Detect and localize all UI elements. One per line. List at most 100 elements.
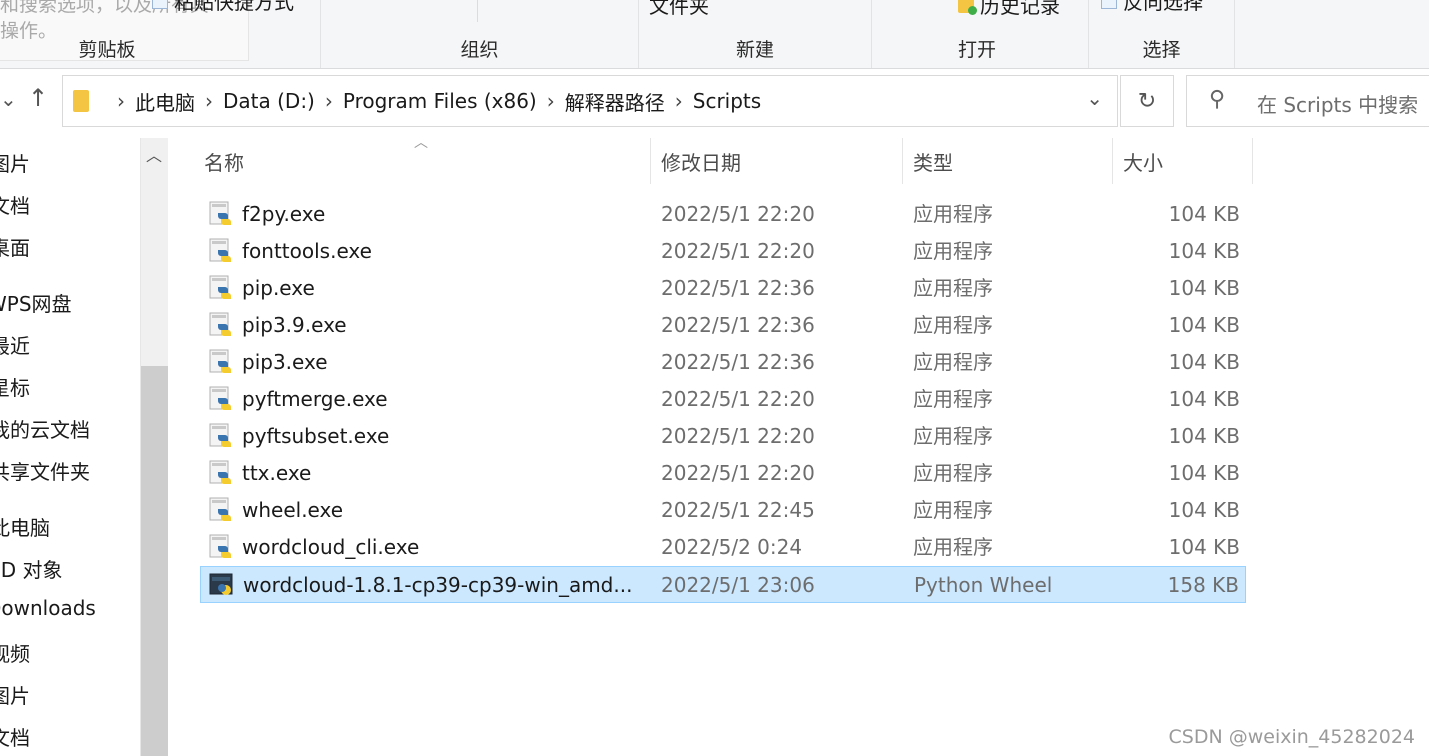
python-wheel-icon — [209, 572, 235, 598]
breadcrumb-separator-icon[interactable]: › — [675, 89, 683, 113]
refresh-button[interactable]: ↻ — [1120, 75, 1174, 127]
nav-item-documents-2[interactable]: 文档 — [0, 722, 30, 751]
nav-item-my-cloud-docs[interactable]: 我的云文档 — [0, 414, 90, 443]
breadcrumb: › 此电脑 › Data (D:) › Program Files (x86) … — [73, 76, 761, 126]
file-date: 2022/5/1 22:20 — [661, 461, 815, 485]
file-row[interactable]: pyftmerge.exe 2022/5/1 22:20 应用程序 104 KB — [200, 381, 1246, 418]
python-exe-icon — [208, 238, 234, 264]
file-row[interactable]: ttx.exe 2022/5/1 22:20 应用程序 104 KB — [200, 455, 1246, 492]
file-row[interactable]: fonttools.exe 2022/5/1 22:20 应用程序 104 KB — [200, 233, 1246, 270]
column-header-name-label: 名称 — [204, 150, 244, 175]
invert-selection-button[interactable]: 反向选择 — [1101, 0, 1203, 15]
address-dropdown-chevron-icon[interactable]: ⌄ — [1086, 86, 1103, 110]
breadcrumb-item-this-pc[interactable]: 此电脑 — [135, 87, 195, 116]
file-row[interactable]: pip3.9.exe 2022/5/1 22:36 应用程序 104 KB — [200, 307, 1246, 344]
column-header-type[interactable]: 类型 — [903, 138, 1113, 184]
file-date: 2022/5/1 22:20 — [661, 239, 815, 263]
navigation-pane: 图片 文档 桌面 WPS网盘 最近 星标 我的云文档 共享文件夹 此电脑 3D … — [0, 138, 140, 756]
nav-item-pictures-2[interactable]: 图片 — [0, 680, 30, 709]
history-icon — [958, 0, 977, 15]
file-type: Python Wheel — [914, 573, 1053, 597]
breadcrumb-separator-icon[interactable]: › — [325, 89, 333, 113]
file-date: 2022/5/1 22:20 — [661, 387, 815, 411]
breadcrumb-item-data-drive[interactable]: Data (D:) — [223, 89, 315, 113]
nav-item-3d-objects[interactable]: 3D 对象 — [0, 554, 62, 583]
ribbon-group-label: 选择 — [1142, 39, 1181, 61]
file-row[interactable]: wordcloud-1.8.1-cp39-cp39-win_amd... 2022… — [200, 566, 1246, 603]
file-date: 2022/5/1 22:36 — [661, 276, 815, 300]
python-exe-icon — [208, 201, 234, 227]
file-type: 应用程序 — [913, 498, 993, 522]
column-header-type-label: 类型 — [913, 150, 953, 175]
address-bar[interactable]: › 此电脑 › Data (D:) › Program Files (x86) … — [62, 75, 1118, 127]
ribbon-group-label: 打开 — [957, 39, 996, 61]
search-placeholder: 在 Scripts 中搜索 — [1257, 93, 1419, 117]
file-date: 2022/5/2 0:24 — [661, 535, 803, 559]
python-exe-icon — [208, 497, 234, 523]
scroll-up-chevron-icon[interactable]: ︿ — [146, 142, 162, 166]
ribbon-group-select: 反向选择 选择 — [1089, 0, 1235, 68]
file-date: 2022/5/1 22:45 — [661, 498, 815, 522]
file-date: 2022/5/1 22:20 — [661, 424, 815, 448]
file-name: ttx.exe — [242, 461, 312, 485]
new-folder-button[interactable]: 文件夹 — [649, 0, 709, 19]
nav-item-videos[interactable]: 视频 — [0, 638, 30, 667]
file-type: 应用程序 — [913, 461, 993, 485]
file-name: wheel.exe — [242, 498, 344, 522]
file-row[interactable]: wordcloud_cli.exe 2022/5/2 0:24 应用程序 104 KB — [200, 529, 1246, 566]
nav-item-this-pc[interactable]: 此电脑 — [0, 512, 50, 541]
history-button[interactable]: 历史记录 — [958, 0, 1060, 19]
nav-item-recent[interactable]: 最近 — [0, 330, 30, 359]
file-row[interactable]: pyftsubset.exe 2022/5/1 22:20 应用程序 104 KB — [200, 418, 1246, 455]
file-name: wordcloud-1.8.1-cp39-cp39-win_amd... — [243, 573, 633, 597]
address-row: ⌄ ↑ › 此电脑 › Data (D:) › Program Files (x… — [0, 69, 1429, 131]
file-size: 104 KB — [1168, 424, 1240, 448]
breadcrumb-item-program-files[interactable]: Program Files (x86) — [343, 89, 537, 113]
file-row[interactable]: pip3.exe 2022/5/1 22:36 应用程序 104 KB — [200, 344, 1246, 381]
file-name: fonttools.exe — [242, 239, 372, 263]
nav-item-pictures[interactable]: 图片 — [0, 148, 30, 177]
search-icon: ⚲ — [1209, 87, 1226, 112]
nav-item-documents[interactable]: 文档 — [0, 190, 30, 219]
file-size: 104 KB — [1168, 239, 1240, 263]
file-type: 应用程序 — [913, 535, 993, 559]
scrollbar-thumb[interactable] — [141, 366, 168, 756]
up-arrow-icon[interactable]: ↑ — [28, 84, 48, 112]
recent-locations-chevron-icon[interactable]: ⌄ — [0, 87, 17, 111]
breadcrumb-item-interpreter-path[interactable]: 解释器路径 — [565, 87, 665, 116]
column-header-size-label: 大小 — [1123, 150, 1163, 175]
nav-item-downloads[interactable]: Downloads — [0, 596, 96, 620]
file-row[interactable]: f2py.exe 2022/5/1 22:20 应用程序 104 KB — [200, 196, 1246, 233]
file-row[interactable]: wheel.exe 2022/5/1 22:45 应用程序 104 KB — [200, 492, 1246, 529]
file-type: 应用程序 — [913, 276, 993, 300]
nav-item-desktop[interactable]: 桌面 — [0, 232, 30, 261]
python-exe-icon — [208, 386, 234, 412]
ribbon: 和搜索选项，以及所有其 操作。 粘贴快捷方式 剪贴板 组织 文件夹 新建 历史记… — [0, 0, 1429, 69]
column-header-name[interactable]: 名称 — [200, 138, 651, 184]
ribbon-group-label: 剪贴板 — [78, 39, 136, 61]
breadcrumb-separator-icon[interactable]: › — [117, 89, 125, 113]
ribbon-group-clipboard: 剪贴板 — [0, 0, 321, 68]
file-size: 104 KB — [1168, 350, 1240, 374]
file-row[interactable]: pip.exe 2022/5/1 22:36 应用程序 104 KB — [200, 270, 1246, 307]
search-input[interactable]: ⚲ 在 Scripts 中搜索 — [1186, 75, 1429, 127]
breadcrumb-separator-icon[interactable]: › — [205, 89, 213, 113]
column-header-size[interactable]: 大小 — [1113, 138, 1253, 184]
column-header-date[interactable]: 修改日期 — [651, 138, 903, 184]
invert-selection-label: 反向选择 — [1123, 0, 1203, 14]
file-type: 应用程序 — [913, 350, 993, 374]
breadcrumb-separator-icon[interactable]: › — [547, 89, 555, 113]
folder-icon — [73, 90, 89, 112]
file-type: 应用程序 — [913, 424, 993, 448]
nav-item-wps-cloud[interactable]: WPS网盘 — [0, 288, 72, 317]
breadcrumb-item-scripts[interactable]: Scripts — [693, 89, 761, 113]
python-exe-icon — [208, 312, 234, 338]
file-size: 104 KB — [1168, 313, 1240, 337]
navigation-scrollbar[interactable]: ︿ — [140, 138, 168, 756]
file-list: ︿ 名称 修改日期 类型 大小 f2py.exe 2022/5/1 22:20 应用… — [168, 135, 1429, 756]
new-folder-label: 文件夹 — [649, 0, 709, 18]
file-date: 2022/5/1 22:20 — [661, 202, 815, 226]
nav-item-starred[interactable]: 星标 — [0, 372, 30, 401]
ribbon-group-new: 文件夹 新建 — [639, 0, 872, 68]
nav-item-shared-folder[interactable]: 共享文件夹 — [0, 456, 90, 485]
